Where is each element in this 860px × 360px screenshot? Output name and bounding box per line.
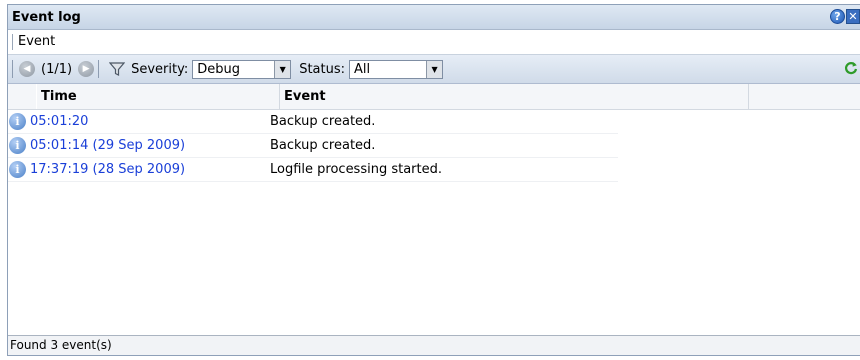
info-icon: i [9,113,26,130]
table-row[interactable]: i 05:01:14 (29 Sep 2009) Backup created. [8,134,618,158]
chevron-down-icon[interactable]: ▼ [426,60,443,78]
event-time-link[interactable]: 17:37:19 (28 Sep 2009) [30,162,270,177]
status-bar: Found 3 event(s) [8,335,860,355]
table-row[interactable]: i 05:01:20 Backup created. [8,110,618,134]
toolbar-separator [12,60,13,78]
event-time-link[interactable]: 05:01:14 (29 Sep 2009) [30,138,270,153]
previous-page-icon[interactable]: ◀ [19,61,35,77]
toolbar: ◀ (1/1) ▶ Severity: Debug ▼ Status: All … [8,55,860,84]
tab-bar: Event [8,30,860,55]
filter-icon[interactable] [109,61,126,77]
header-filler [749,84,860,109]
event-description: Logfile processing started. [270,162,443,177]
event-description: Backup created. [270,138,376,153]
info-icon: i [9,161,26,178]
page-indicator: (1/1) [41,61,73,77]
toolbar-separator [98,60,100,78]
status-select[interactable]: All ▼ [349,59,444,79]
info-icon: i [9,137,26,154]
event-log-window: Event log ? ✕ Event ◀ (1/1) ▶ Severity: … [7,4,860,356]
status-value: All [354,61,371,77]
tab-event[interactable]: Event [12,34,55,50]
window-title: Event log [12,9,81,25]
next-page-icon[interactable]: ▶ [78,61,95,77]
table-body: i 05:01:20 Backup created. i 05:01:14 (2… [8,110,860,332]
chevron-down-icon[interactable]: ▼ [274,60,291,78]
help-icon[interactable]: ? [830,9,845,24]
close-icon[interactable]: ✕ [846,9,860,24]
table-header: Time Event [8,84,860,110]
severity-select[interactable]: Debug ▼ [192,59,292,79]
table-row[interactable]: i 17:37:19 (28 Sep 2009) Logfile process… [8,158,618,182]
severity-label: Severity: [131,61,189,77]
status-label: Status: [299,61,346,77]
event-time-link[interactable]: 05:01:20 [30,114,270,129]
header-icon-column [8,84,37,109]
refresh-icon[interactable] [844,61,858,79]
severity-value: Debug [197,61,240,77]
column-header-event[interactable]: Event [280,84,749,109]
column-header-time[interactable]: Time [37,84,280,109]
titlebar: Event log ? ✕ [8,5,860,30]
event-description: Backup created. [270,114,376,129]
